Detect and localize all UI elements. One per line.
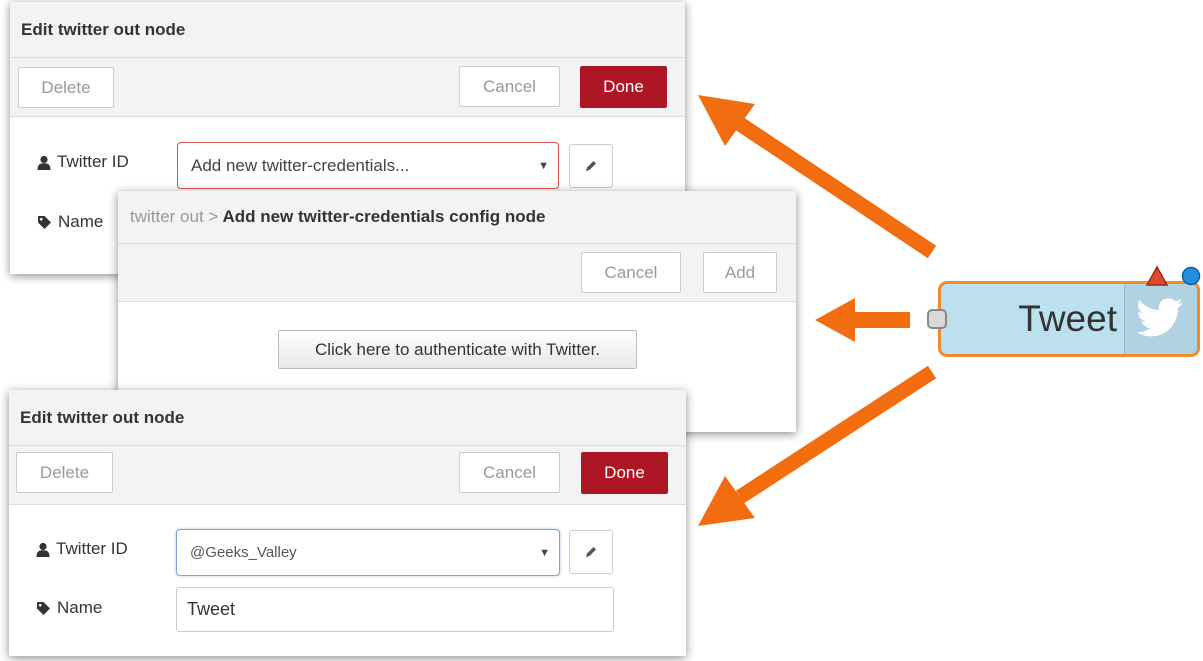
edit-config-button[interactable] bbox=[569, 144, 613, 188]
name-label-text: Name bbox=[58, 212, 104, 231]
twitter-id-selected-value: Add new twitter-credentials... bbox=[191, 155, 410, 175]
authenticate-twitter-button[interactable]: Click here to authenticate with Twitter. bbox=[278, 330, 637, 369]
tag-icon bbox=[37, 601, 50, 615]
name-input-value: Tweet bbox=[187, 599, 236, 619]
cancel-button[interactable]: Cancel bbox=[459, 66, 560, 107]
twitter-id-select[interactable]: Add new twitter-credentials... ▼ bbox=[177, 142, 559, 189]
user-icon bbox=[36, 542, 50, 557]
node-label: Tweet bbox=[1018, 298, 1117, 339]
dialog-title: Edit twitter out node bbox=[9, 390, 686, 446]
pencil-icon bbox=[586, 547, 596, 557]
changed-dot-icon bbox=[1181, 266, 1201, 286]
dialog-title: Edit twitter out node bbox=[10, 2, 685, 58]
twitter-bird-icon bbox=[1136, 298, 1184, 337]
done-button[interactable]: Done bbox=[580, 66, 667, 108]
name-label: Name bbox=[36, 598, 102, 618]
cancel-button[interactable]: Cancel bbox=[459, 452, 560, 493]
warning-triangle-icon bbox=[1145, 265, 1169, 286]
twitter-id-label: Twitter ID bbox=[36, 539, 128, 559]
dialog-toolbar: Delete Cancel Done bbox=[10, 58, 685, 117]
arrow-to-config-dialog bbox=[815, 298, 910, 342]
tweet-node[interactable]: Tweet bbox=[927, 265, 1203, 360]
delete-button[interactable]: Delete bbox=[16, 452, 113, 493]
dialog-toolbar: Delete Cancel Done bbox=[9, 446, 686, 505]
user-icon bbox=[37, 155, 51, 170]
dropdown-arrow-icon: ▼ bbox=[539, 546, 550, 559]
node-icon-area bbox=[1124, 284, 1197, 354]
add-button[interactable]: Add bbox=[703, 252, 777, 293]
dropdown-arrow-icon: ▼ bbox=[538, 159, 549, 172]
twitter-id-label-text: Twitter ID bbox=[56, 539, 128, 558]
twitter-id-selected-value: @Geeks_Valley bbox=[190, 544, 297, 561]
breadcrumb-parent: twitter out > bbox=[130, 207, 219, 226]
dialog-toolbar: Cancel Add bbox=[118, 244, 796, 302]
dialog-breadcrumb: twitter out > Add new twitter-credential… bbox=[118, 191, 796, 244]
name-input[interactable]: Tweet bbox=[176, 587, 614, 632]
done-button[interactable]: Done bbox=[581, 452, 668, 494]
twitter-id-label: Twitter ID bbox=[37, 152, 129, 172]
twitter-id-select[interactable]: @Geeks_Valley ▼ bbox=[176, 529, 560, 576]
delete-button[interactable]: Delete bbox=[18, 67, 114, 108]
node-body: Tweet bbox=[938, 281, 1200, 357]
edit-config-button[interactable] bbox=[569, 530, 613, 574]
name-label-text: Name bbox=[57, 598, 103, 617]
cancel-button[interactable]: Cancel bbox=[581, 252, 681, 293]
node-input-port[interactable] bbox=[927, 309, 947, 329]
tag-icon bbox=[38, 215, 51, 229]
edit-node-dialog-bottom: Edit twitter out node Delete Cancel Done… bbox=[9, 390, 686, 656]
name-label: Name bbox=[37, 212, 103, 232]
pencil-icon bbox=[586, 161, 596, 171]
twitter-id-label-text: Twitter ID bbox=[57, 152, 129, 171]
dialog-title: Add new twitter-credentials config node bbox=[222, 207, 546, 226]
